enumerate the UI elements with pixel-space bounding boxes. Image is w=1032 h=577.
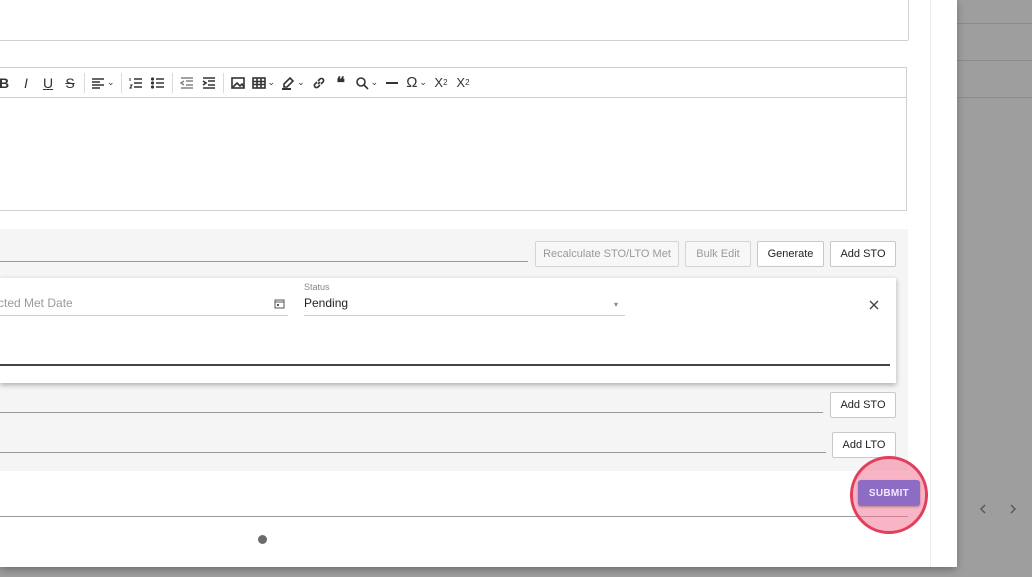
met-date-field[interactable]: cted Met Date [0,296,73,310]
add-sto-button[interactable]: Add STO [830,241,896,267]
table-icon[interactable]: ⌄ [249,71,279,95]
find-replace-icon[interactable]: ⌄ [352,71,382,95]
link-icon[interactable] [308,71,330,95]
scrollbar[interactable] [930,0,957,567]
chevron-right-icon[interactable] [1004,500,1022,518]
superscript-icon[interactable]: X2 [452,71,474,95]
text-area-top[interactable] [0,0,909,41]
sto-text-field[interactable] [0,412,823,413]
sto-card: cted Met Date Status Pending ▾ [0,278,896,383]
pagination-dot[interactable] [258,535,267,544]
bold-icon[interactable]: B [0,71,15,95]
bulk-edit-button[interactable]: Bulk Edit [685,241,751,267]
generate-button[interactable]: Generate [757,241,824,267]
goal-text-field[interactable] [0,261,528,262]
modal-dialog: B I U S ⌄ ⌄ ⌄ ❝ ⌄ Ω ⌄ X 2 X 2 Recalculat… [0,0,957,567]
outdent-icon[interactable] [176,71,198,95]
editor-content[interactable] [0,98,907,211]
submit-button[interactable]: SUBMIT [858,480,920,506]
toolbar-separator [84,72,85,93]
quote-icon[interactable]: ❝ [330,71,352,95]
special-characters-icon[interactable]: Ω ⌄ [403,71,430,95]
status-label: Status [304,282,330,292]
bottom-divider [0,516,908,517]
close-icon[interactable] [867,298,881,312]
calendar-icon[interactable] [274,296,285,309]
lto-text-field[interactable] [0,452,826,453]
background-panel [956,0,1032,577]
editor-toolbar: B I U S ⌄ ⌄ ⌄ ❝ ⌄ Ω ⌄ X 2 X 2 [0,67,907,98]
image-icon[interactable] [227,71,249,95]
met-date-underline [0,315,288,316]
numbered-list-icon[interactable] [125,71,147,95]
bulleted-list-icon[interactable] [147,71,169,95]
add-sto-button-2[interactable]: Add STO [830,392,896,418]
chevron-left-icon[interactable] [974,500,992,518]
toolbar-separator [120,72,122,93]
indent-icon[interactable] [198,71,220,95]
align-icon[interactable]: ⌄ [88,71,118,95]
toolbar-separator [222,72,224,93]
dropdown-arrow-icon[interactable]: ▾ [614,300,618,309]
highlight-icon[interactable]: ⌄ [278,71,308,95]
status-select[interactable]: Pending [304,296,348,310]
underline-icon[interactable]: U [37,71,59,95]
subscript-icon[interactable]: X2 [430,71,452,95]
strikethrough-icon[interactable]: S [59,71,81,95]
toolbar-separator [171,72,173,93]
horizontal-line-icon[interactable] [381,71,403,95]
card-text-field[interactable] [0,364,890,366]
recalculate-button[interactable]: Recalculate STO/LTO Met [535,241,679,267]
italic-icon[interactable]: I [15,71,37,95]
status-underline [304,315,625,316]
add-lto-button[interactable]: Add LTO [832,432,896,458]
